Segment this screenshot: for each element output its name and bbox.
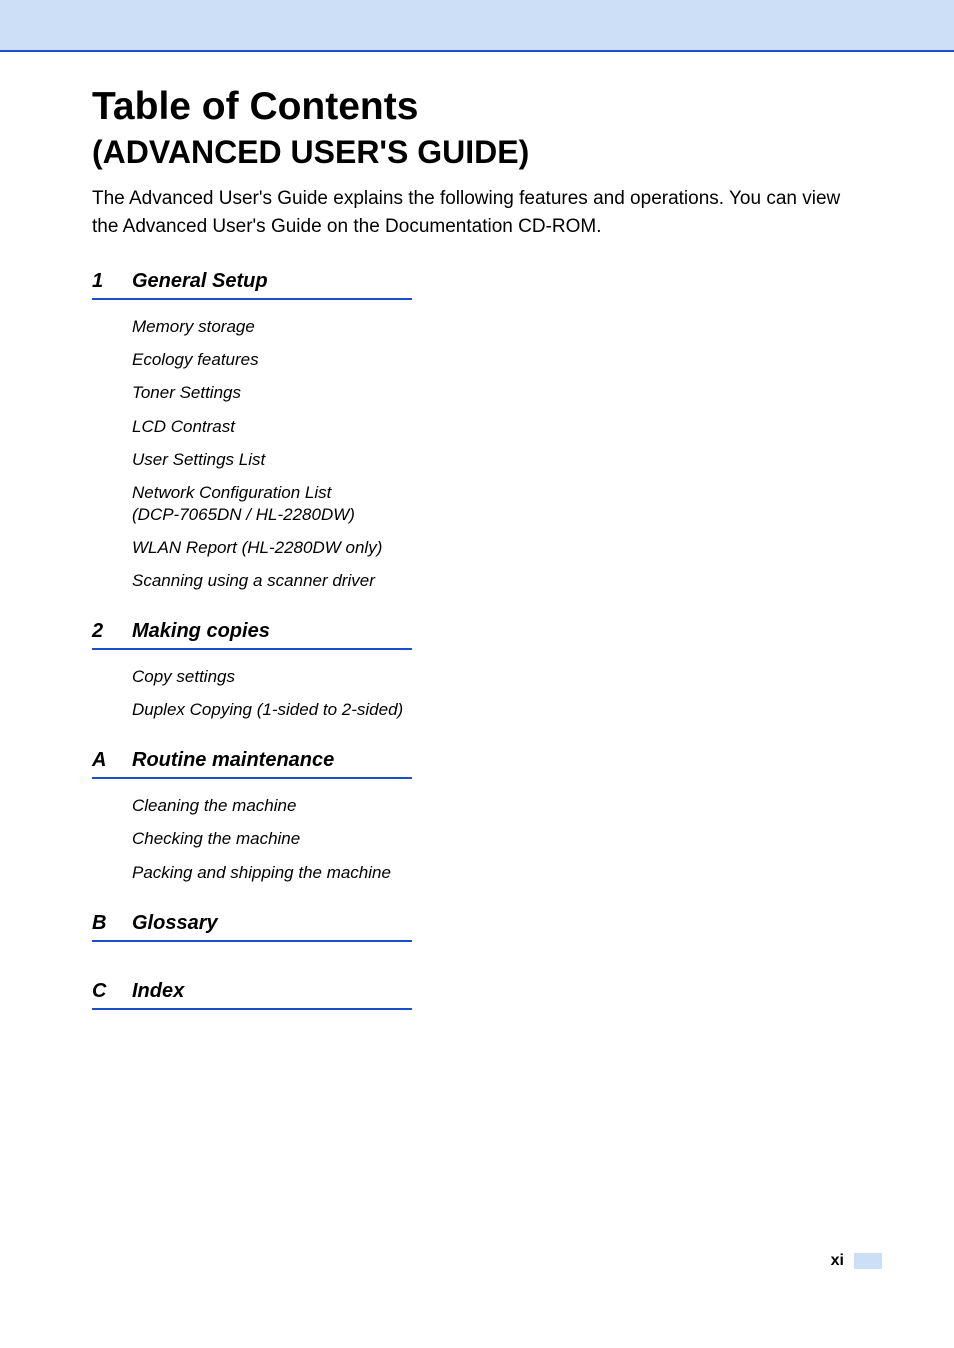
page-title: Table of Contents — [92, 84, 862, 131]
toc-item: Copy settings — [132, 666, 862, 688]
toc-item: Packing and shipping the machine — [132, 862, 862, 884]
toc-item: Network Configuration List (DCP-7065DN /… — [132, 482, 862, 526]
toc-item: WLAN Report (HL-2280DW only) — [132, 537, 862, 559]
toc-item: User Settings List — [132, 449, 862, 471]
toc-section-header: 1General Setup — [92, 270, 412, 300]
toc-item: LCD Contrast — [132, 416, 862, 438]
toc-section-items: Copy settings Duplex Copying (1-sided to … — [92, 666, 862, 721]
toc-section-items: Memory storage Ecology features Toner Sett… — [92, 316, 862, 592]
toc-item: Scanning using a scanner driver — [132, 570, 862, 592]
toc-item: Memory storage — [132, 316, 862, 338]
toc-section-number: A — [92, 749, 132, 772]
page-footer: xi — [831, 1252, 882, 1270]
page-number: xi — [831, 1252, 844, 1270]
page-subtitle: (ADVANCED USER'S GUIDE) — [92, 133, 862, 171]
toc-section-number: C — [92, 980, 132, 1003]
toc-item: Checking the machine — [132, 828, 862, 850]
toc-section-title: Making copies — [132, 620, 270, 643]
toc-section-number: 1 — [92, 270, 132, 293]
toc-section-header: BGlossary — [92, 912, 412, 942]
toc-section-items: Cleaning the machine Checking the machine… — [92, 795, 862, 883]
toc-section-title: Routine maintenance — [132, 749, 334, 772]
toc-item: Cleaning the machine — [132, 795, 862, 817]
toc-item: Toner Settings — [132, 382, 862, 404]
toc-section-number: B — [92, 912, 132, 935]
toc-section-title: General Setup — [132, 270, 268, 293]
toc-section-title: Index — [132, 980, 184, 1003]
toc-section-header: 2Making copies — [92, 620, 412, 650]
toc-section-title: Glossary — [132, 912, 218, 935]
toc-section-header: CIndex — [92, 980, 412, 1010]
toc-item: Duplex Copying (1-sided to 2-sided) — [132, 699, 862, 721]
content-area: Table of Contents (ADVANCED USER'S GUIDE… — [0, 52, 954, 1048]
intro-paragraph: The Advanced User's Guide explains the f… — [92, 185, 862, 240]
header-band — [0, 0, 954, 52]
toc-item: Ecology features — [132, 349, 862, 371]
toc-sections: 1General Setup Memory storage Ecology feat… — [92, 270, 862, 1047]
page-tab-decoration — [854, 1253, 882, 1269]
toc-section-number: 2 — [92, 620, 132, 643]
toc-section-header: ARoutine maintenance — [92, 749, 412, 779]
